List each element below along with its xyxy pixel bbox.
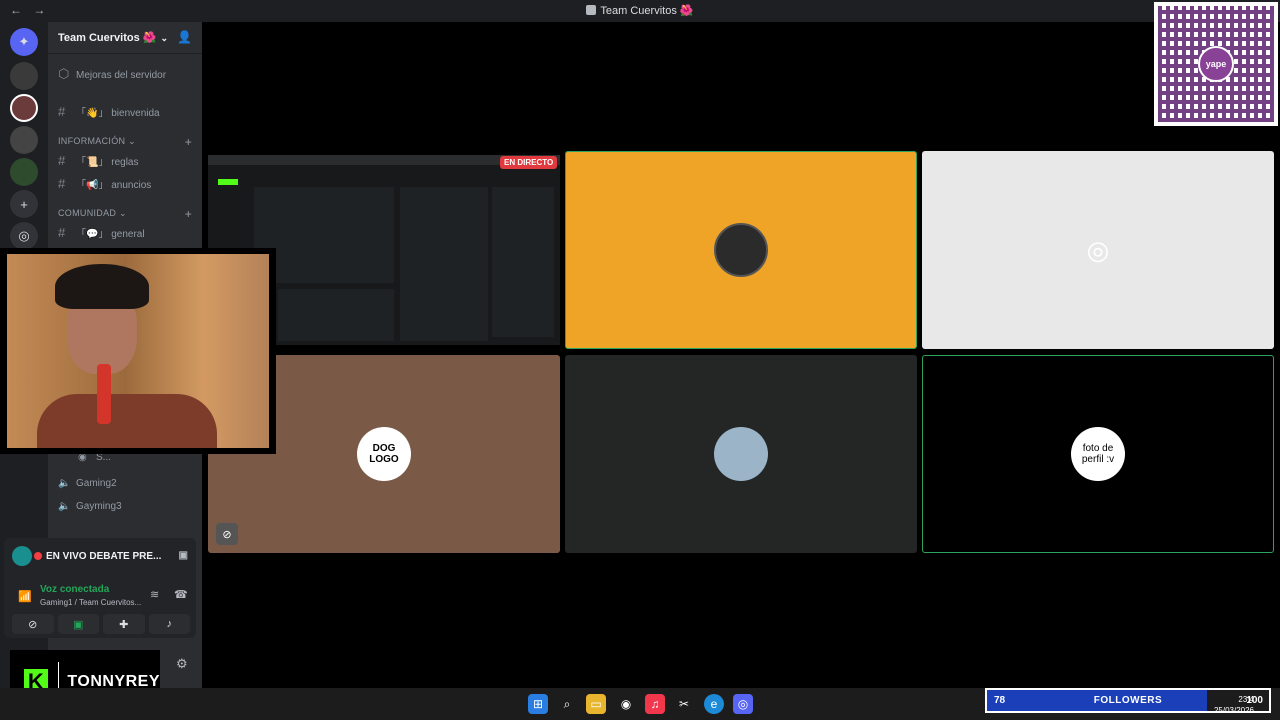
category-informacion[interactable]: INFORMACIÓN ⌄ + <box>58 135 192 149</box>
camera-off-icon[interactable]: ⊘ <box>216 523 238 545</box>
avatar <box>714 427 768 481</box>
voice-channel-gayming3[interactable]: 🔈 Gayming3 <box>58 501 122 512</box>
edge-icon[interactable]: e <box>704 694 724 714</box>
screen-icon[interactable]: ▣ <box>179 550 188 561</box>
qr-pattern: yape <box>1158 6 1274 122</box>
category-comunidad[interactable]: COMUNIDAD ⌄ + <box>58 207 192 221</box>
participant-tile-2[interactable]: ◎ <box>922 151 1274 349</box>
shared-side-pane <box>492 187 554 337</box>
server-icon-2[interactable] <box>10 94 38 122</box>
add-server-icon[interactable]: + <box>10 190 38 218</box>
discord-home-icon[interactable]: ✦ <box>10 28 38 56</box>
shared-chat-pane <box>400 187 488 341</box>
windows-start-icon[interactable]: ⊞ <box>528 694 548 714</box>
avatar: DOG LOGO <box>357 427 411 481</box>
invite-icon[interactable]: 👤 <box>177 30 192 44</box>
discord-taskbar-icon[interactable]: ◎ <box>733 694 753 714</box>
shared-activity-pane <box>278 289 394 341</box>
live-dot-icon <box>34 552 42 560</box>
yape-logo: yape <box>1198 46 1234 82</box>
hash-icon: # <box>58 225 66 240</box>
avatar <box>12 546 32 566</box>
disconnect-icon[interactable]: ☎ <box>174 588 188 601</box>
title-bar: ← → Team Cuervitos 🌺 <box>0 0 1280 22</box>
speaker-icon: 🔈 <box>58 501 71 512</box>
chrome-icon[interactable]: ◉ <box>616 694 636 714</box>
hash-icon: # <box>58 104 66 119</box>
server-icon-1[interactable] <box>10 62 38 90</box>
signal-icon: 📶 <box>18 591 32 603</box>
system-clock[interactable]: 23:4 25/03/2026 <box>1208 694 1254 716</box>
boost-item[interactable]: ⬡ Mejoras del servidor <box>58 66 166 82</box>
screen-share-button[interactable]: ▣ <box>57 614 99 634</box>
yape-qr-code: yape <box>1154 2 1278 126</box>
voice-panel: EN VIVO DEBATE PRE... ▣ 📶 Voz conectada … <box>4 538 196 638</box>
add-channel-icon[interactable]: + <box>185 207 192 221</box>
server-header[interactable]: Team Cuervitos 🌺 ⌄ 👤 <box>48 22 202 54</box>
webcam-overlay <box>0 248 276 454</box>
channel-bienvenida[interactable]: # 「👋」 bienvenida <box>58 104 160 119</box>
settings-gear-icon[interactable]: ⚙ <box>176 656 188 672</box>
shield-icon: ⬡ <box>58 66 70 81</box>
hash-icon: # <box>58 153 66 168</box>
stream-row[interactable]: EN VIVO DEBATE PRE... ▣ <box>12 546 190 566</box>
shirt <box>37 394 217 448</box>
discover-icon[interactable]: ◎ <box>10 222 38 250</box>
phone <box>97 364 111 424</box>
window-title: Team Cuervitos 🌺 <box>0 4 1280 17</box>
server-name: Team Cuervitos 🌺 <box>58 32 157 44</box>
channel-general[interactable]: # 「💬」 general <box>58 225 145 240</box>
channel-reglas[interactable]: # 「📜」 reglas <box>58 153 138 168</box>
kick-logo-icon <box>218 179 238 185</box>
chevron-down-icon: ⌄ <box>160 33 169 43</box>
hash-icon: # <box>58 176 66 191</box>
camera-off-button[interactable]: ⊘ <box>12 614 54 634</box>
channel-anuncios[interactable]: # 「📢」 anuncios <box>58 176 151 191</box>
voice-channel-gaming2[interactable]: 🔈 Gaming2 <box>58 478 117 489</box>
add-channel-icon[interactable]: + <box>185 135 192 149</box>
file-explorer-icon[interactable]: ▭ <box>586 694 606 714</box>
discord-logo-icon: ◎ <box>1086 234 1110 265</box>
server-icon-3[interactable] <box>10 126 38 154</box>
avatar <box>714 223 768 277</box>
avatar: foto de perfil :v <box>1071 427 1125 481</box>
participant-tile-1[interactable] <box>565 151 917 349</box>
noise-suppression-icon[interactable]: ≋ <box>150 588 159 601</box>
server-icon-4[interactable] <box>10 158 38 186</box>
activities-button[interactable]: ✚ <box>103 614 145 634</box>
voice-controls: ⊘ ▣ ✚ ♪ <box>12 614 190 634</box>
voice-status: Voz conectada <box>40 584 110 595</box>
hair <box>55 264 149 309</box>
clock-date: 25/03/2026 <box>1213 706 1254 715</box>
snipping-tool-icon[interactable]: ✂ <box>674 694 694 714</box>
webcam-feed <box>7 254 269 448</box>
live-badge: EN DIRECTO <box>500 156 558 169</box>
voice-location[interactable]: Gaming1 / Team Cuervitos... <box>40 598 141 607</box>
clock-time: 23:4 <box>1238 695 1254 704</box>
music-icon[interactable]: ♫ <box>645 694 665 714</box>
participant-tile-4[interactable] <box>565 355 917 553</box>
app-icon <box>586 5 597 15</box>
participant-tile-5[interactable]: foto de perfil :v <box>922 355 1274 553</box>
search-icon[interactable]: ⌕ <box>557 694 577 714</box>
soundboard-button[interactable]: ♪ <box>148 614 190 634</box>
speaker-icon: 🔈 <box>58 478 71 489</box>
